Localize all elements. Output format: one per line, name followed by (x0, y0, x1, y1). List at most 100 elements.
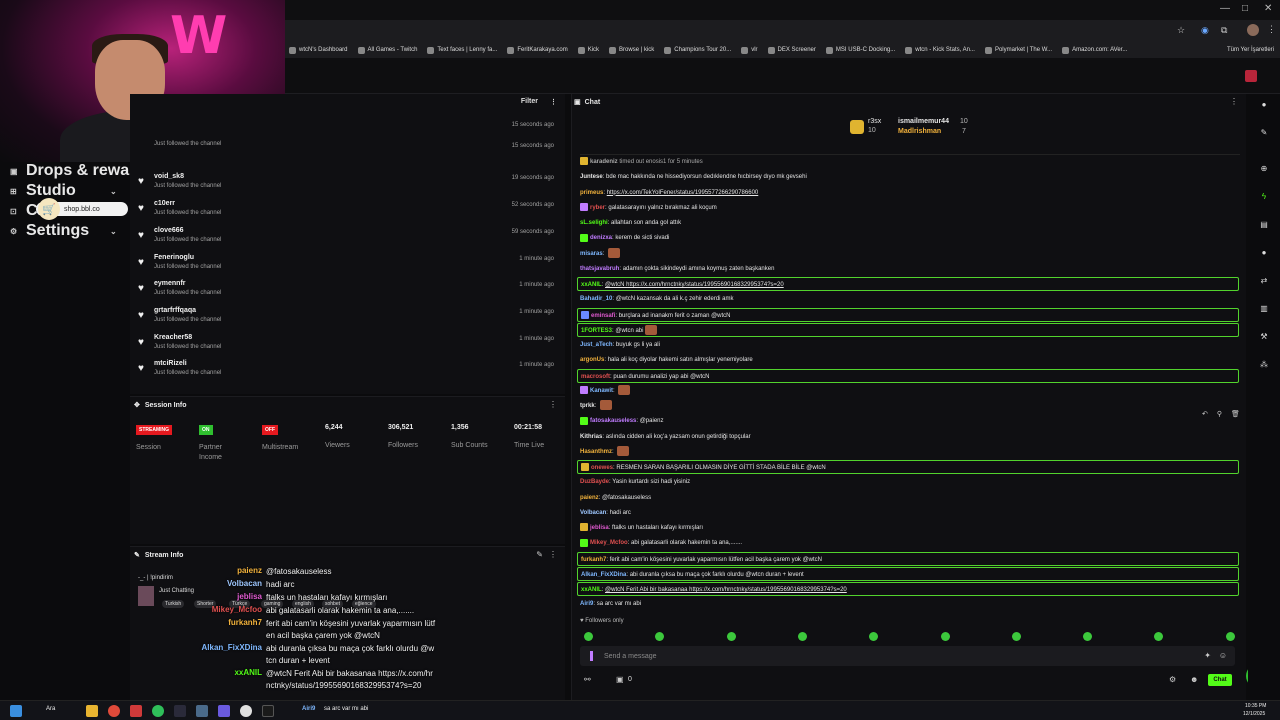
nav-settings[interactable]: ⚙ Settings ⌄ (10, 222, 117, 240)
follower-name[interactable]: void_sk8 (154, 173, 184, 180)
bookmark-item[interactable]: vlr (741, 46, 758, 54)
chat-message[interactable]: Kanawit: (580, 384, 1240, 398)
chat-username[interactable]: Just_aTech (580, 342, 613, 348)
share-icon[interactable]: ⁂ (1258, 360, 1270, 372)
layers-icon[interactable]: ▥ (1258, 304, 1270, 316)
chat-username[interactable]: argonUs (580, 357, 604, 363)
bookmark-item[interactable]: DEX Screener (767, 46, 816, 54)
chat-message[interactable]: jeblisa: ftalks un hastaları kafayı kırm… (580, 521, 1240, 535)
app-icon[interactable] (130, 705, 142, 717)
follower-name[interactable]: grtarfrffqaqa (154, 307, 196, 314)
quick-emote-icon[interactable] (1011, 632, 1021, 641)
chat-message[interactable]: macrosoft: puan durumu analizi yap abi @… (577, 368, 1239, 383)
chat-username[interactable]: misaras (580, 251, 603, 257)
quick-emote-icon[interactable] (584, 632, 593, 641)
chat-message[interactable]: onewes: RESMEN SARAN BAŞARILI OLMASIN Dİ… (577, 460, 1239, 474)
chat-username[interactable]: xxANIL (581, 282, 602, 288)
extensions-icon[interactable]: ⧉ (1221, 25, 1227, 36)
profile-avatar[interactable] (1247, 24, 1259, 36)
steam-icon[interactable] (196, 705, 208, 717)
chat-username[interactable]: primeus (580, 190, 603, 196)
quick-emote-icon[interactable] (1083, 632, 1093, 641)
chat-message[interactable]: Volbacan: hadi arc (580, 506, 1240, 520)
chat-username[interactable]: jeblisa (590, 525, 609, 531)
windows-start-icon[interactable] (10, 705, 22, 717)
quick-emote-icon[interactable] (797, 632, 807, 641)
address-bar[interactable]: ☆ ◉ ⧉ ⋮ (285, 20, 1280, 42)
chat-message[interactable]: denizxa: kerem de sicti sivadi (580, 231, 1240, 245)
chat-username[interactable]: macrosoft (581, 374, 610, 380)
all-bookmarks[interactable]: Tüm Yer İşaretleri (1227, 47, 1280, 53)
chat-username[interactable]: 1FORTES3 (581, 328, 612, 334)
panel-menu-icon[interactable]: ⋮ (550, 98, 557, 106)
chat-message[interactable]: xxANIL: @wtcN https://x.com/hrnctnky/sta… (577, 277, 1239, 291)
bookmark-item[interactable]: wtcN's Dashboard (289, 46, 348, 54)
file-explorer-icon[interactable] (86, 705, 98, 717)
chat-username[interactable]: Airi9 (580, 601, 593, 607)
chat-message[interactable]: fatosakauseless: @paienz (580, 414, 1240, 428)
chat-send-button[interactable]: Chat (1208, 674, 1232, 686)
chat-username[interactable]: denizxa (590, 235, 612, 241)
follower-name[interactable]: eymennfr (154, 280, 186, 287)
chat-icon[interactable]: ● (1258, 248, 1270, 260)
follower-name[interactable]: clove666 (154, 227, 184, 234)
chat-username[interactable]: Mikey_Mcfoo (590, 540, 628, 546)
chat-message[interactable]: xxANIL: @wtcN Ferit Abi bir bakasanaa ht… (577, 582, 1239, 596)
follower-name[interactable]: Kreacher58 (154, 334, 192, 341)
panel-menu-icon[interactable]: ⋮ (549, 400, 557, 409)
chat-username[interactable]: fatosakauseless (590, 418, 636, 424)
chat-username[interactable]: paienz (580, 495, 599, 501)
panel-menu-icon[interactable]: ⋮ (549, 550, 557, 559)
quick-emote-icon[interactable] (1225, 632, 1235, 641)
browser-menu-icon[interactable]: ⋮ (1267, 24, 1276, 35)
chat-message[interactable]: eminsafi: burçlara ad inanakm ferit o za… (577, 307, 1239, 322)
maximize-button[interactable]: □ (1242, 3, 1248, 14)
chat-message[interactable]: Bahadir_10: @wtcN kazansak da ali k.ç ze… (580, 292, 1240, 306)
delete-icon[interactable]: 🗑 (1231, 410, 1240, 418)
multistream-off-badge[interactable]: OFF (262, 425, 278, 435)
app-icon[interactable] (240, 705, 252, 717)
gift-icon[interactable]: ▣ (616, 675, 624, 684)
follower-name[interactable]: mtciRizeli (154, 360, 187, 367)
chat-username[interactable]: furkanh7 (581, 557, 606, 563)
app-icon[interactable] (174, 705, 186, 717)
shop-link-badge[interactable]: 🛒 shop.bbl.co (36, 198, 128, 220)
chat-username[interactable]: tprkk (580, 403, 595, 409)
chat-username[interactable]: Juntese (580, 174, 603, 180)
chat-message[interactable]: Alkan_FixXDina: abi duranla çıksa bu maç… (577, 566, 1239, 581)
bookmark-item[interactable]: FeritKarakaya.com (507, 46, 568, 54)
quick-emote-icon[interactable] (1154, 632, 1164, 641)
chat-message[interactable]: DuzBayde: Yasin kurtardı sizi hadi yisin… (580, 475, 1240, 489)
chat-username[interactable]: onewes (591, 465, 613, 471)
follower-name[interactable]: c10err (154, 200, 175, 207)
chat-username[interactable]: Hasanthmz (580, 449, 612, 455)
info-icon[interactable]: ● (1258, 100, 1270, 112)
bookmark-item[interactable]: wtcn - Kick Stats, An... (905, 46, 975, 54)
chat-username[interactable]: DuzBayde (580, 479, 609, 485)
bookmark-item[interactable]: All Games - Twitch (357, 46, 417, 54)
chat-username[interactable]: Kanawit (590, 388, 613, 394)
chat-username[interactable]: Bahadir_10 (580, 296, 612, 302)
chat-username[interactable]: ryber (590, 205, 605, 211)
close-button[interactable]: ✕ (1264, 3, 1272, 14)
bookmark-item[interactable]: Browse | kick (609, 46, 654, 54)
chat-message[interactable]: tprkk: (580, 399, 1240, 413)
bookmark-item[interactable]: Champions Tour 20... (664, 46, 731, 54)
link-icon[interactable]: ⚯ (584, 675, 591, 684)
chat-username[interactable]: eminsafi (591, 313, 615, 319)
audio-icon[interactable]: ◉ (1201, 25, 1209, 36)
quick-emote-icon[interactable] (655, 632, 665, 641)
chat-username[interactable]: Volbacan (580, 510, 606, 516)
chat-settings-icon[interactable]: ⚙ (1169, 675, 1176, 684)
chat-message[interactable]: Kithrias: aslında cidden ali koç'a yazsa… (580, 430, 1240, 444)
chat-username[interactable]: xxANIL (581, 587, 602, 593)
chat-username[interactable]: Kithrias (580, 434, 602, 440)
chat-username[interactable]: karadeniz (590, 159, 618, 165)
chat-username[interactable]: Alkan_FixXDina (581, 572, 626, 578)
chat-text[interactable]: https://x.com/TekYolFener/status/1995577… (607, 190, 759, 196)
partner-on-badge[interactable]: ON (199, 425, 213, 435)
chat-message[interactable]: Just_aTech: buyuk gs li ya ali (580, 338, 1240, 352)
chat-text[interactable]: @wtcN Ferit Abi bir bakasanaa https://x.… (605, 587, 847, 593)
magic-icon[interactable]: ✦ (1204, 651, 1211, 660)
chrome-icon[interactable] (108, 705, 120, 717)
